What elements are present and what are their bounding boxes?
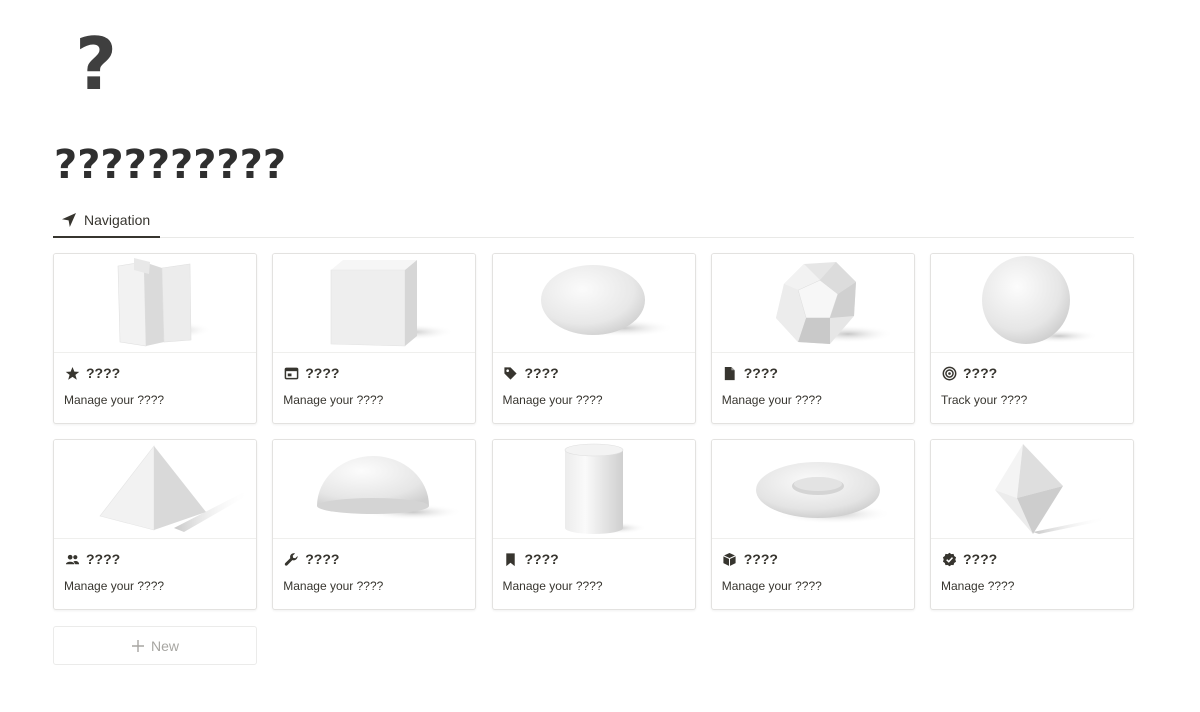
gallery-card[interactable]: ???? Manage your ???? [53,439,257,610]
wrench-icon [283,551,299,567]
card-description: Manage your ???? [64,579,165,593]
verified-check-icon [941,551,957,567]
sphere-shape [982,256,1099,344]
star-icon [64,365,80,381]
card-title-row: ???? [722,548,778,570]
card-title-row: ???? [503,362,559,384]
hemisphere-shape [317,456,464,520]
octahedron-shape [995,444,1107,534]
target-icon [941,365,957,381]
tag-icon [503,365,519,381]
card-title: ???? [305,365,340,381]
document-icon [722,365,738,381]
card-cover [492,440,695,539]
card-title-row: ???? [64,548,120,570]
gallery-grid: ???? Manage your ???? ???? Manage your ?… [53,253,1134,610]
card-cover [711,254,914,353]
card-title-row: ???? [722,362,778,384]
card-title: ???? [524,365,559,381]
card-title-row: ???? [941,548,997,570]
cylinder-shape [564,443,647,534]
gallery-card[interactable]: ???? Manage your ???? [710,439,915,610]
card-title-row: ???? [283,548,339,570]
card-description: Manage your ???? [721,393,822,407]
card-cover [54,254,256,353]
card-description: Manage your ???? [502,393,603,407]
new-button[interactable]: New [53,626,257,665]
card-cover [273,254,476,353]
gallery-card[interactable]: ???? Manage your ???? [272,439,477,610]
card-description: Manage your ???? [283,579,384,593]
card-title: ???? [743,365,778,381]
new-button-label: New [150,637,179,654]
card-title: ???? [86,365,121,381]
dodecahedron-shape [775,262,894,344]
cube-shape [330,260,456,347]
card-title-row: ???? [941,362,997,384]
tab-navigation[interactable]: Navigation [53,204,160,238]
folded-prism-shape [117,258,212,347]
plus-icon [131,639,145,653]
pyramid-shape [99,445,250,532]
bookmark-icon [503,551,519,567]
gallery-card[interactable]: ???? Manage your ???? [491,253,696,424]
card-cover [54,440,256,539]
card-title-row: ???? [283,362,339,384]
package-icon [722,551,738,567]
card-title: ???? [743,551,778,567]
card-cover [711,440,914,539]
card-cover [492,254,695,353]
gallery-card[interactable]: ???? Manage ???? [930,439,1134,610]
card-title: ???? [963,551,998,567]
ellipsoid-shape [540,265,675,337]
card-title: ???? [86,551,121,567]
gallery-card[interactable]: ???? Track your ???? [930,253,1134,424]
torus-shape [755,462,892,524]
browser-window-icon [283,365,299,381]
card-description: Manage ???? [941,579,1015,593]
card-title: ???? [963,365,998,381]
card-description: Track your ???? [941,393,1028,407]
navigation-arrow-icon [61,212,77,228]
card-description: Manage your ???? [283,393,384,407]
card-title-row: ???? [503,548,559,570]
people-icon [64,551,80,567]
card-description: Manage your ???? [64,393,165,407]
card-title-row: ???? [64,362,120,384]
card-cover [931,254,1133,353]
view-tabs: Navigation [53,204,1134,238]
gallery-card[interactable]: ???? Manage your ???? [53,253,257,424]
card-cover [273,440,476,539]
page-title[interactable]: ?????????? [54,138,286,192]
card-title: ???? [305,551,340,567]
card-description: Manage your ???? [721,579,822,593]
card-title: ???? [524,551,559,567]
card-description: Manage your ???? [502,579,603,593]
card-cover [931,440,1133,539]
page-icon[interactable]: ? [66,22,126,106]
gallery-card[interactable]: ???? Manage your ???? [710,253,915,424]
gallery-card[interactable]: ???? Manage your ???? [272,253,477,424]
gallery-card[interactable]: ???? Manage your ???? [491,439,696,610]
tab-label: Navigation [84,212,151,228]
